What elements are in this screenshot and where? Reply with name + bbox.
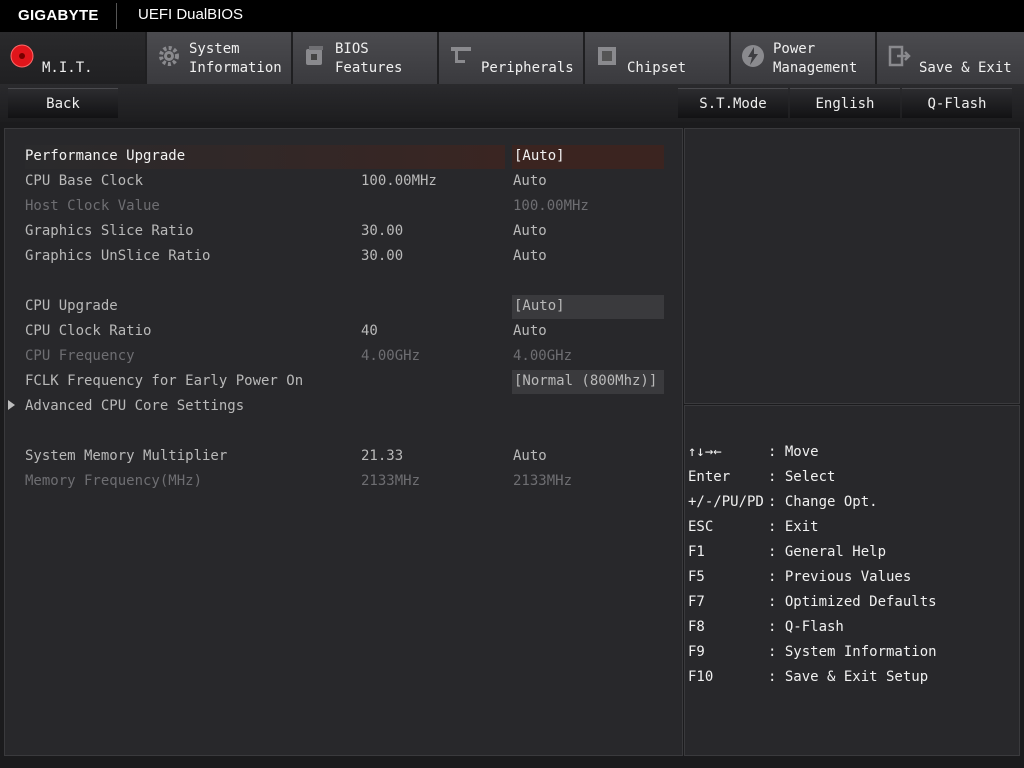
- setting-value: [Normal (800Mhz)]: [514, 373, 658, 389]
- setting-name: CPU Base Clock: [25, 173, 144, 189]
- tab-label: System Information: [189, 41, 282, 76]
- tab-peripherals[interactable]: Peripherals: [439, 32, 585, 84]
- submenu-advanced-cpu-core-settings[interactable]: Advanced CPU Core Settings: [5, 395, 684, 419]
- setting-value: 100.00MHz: [513, 198, 589, 214]
- help-key: +/-/PU/PD: [688, 494, 764, 510]
- setting-value: Auto: [513, 223, 547, 239]
- language-button[interactable]: English: [790, 88, 900, 118]
- tab-label: Chipset: [627, 60, 687, 76]
- help-key: F9: [688, 644, 705, 660]
- setting-current: 30.00: [361, 248, 404, 264]
- setting-graphics-unslice-ratio[interactable]: Graphics UnSlice Ratio 30.00 Auto: [5, 245, 684, 269]
- setting-name: CPU Frequency: [25, 348, 135, 364]
- brand-logo: GIGABYTE: [18, 7, 99, 24]
- help-key: F5: [688, 569, 705, 585]
- setting-name: Graphics UnSlice Ratio: [25, 248, 211, 264]
- help-key: Enter: [688, 469, 731, 485]
- setting-name: Memory Frequency(MHz): [25, 473, 203, 489]
- help-desc: : Save & Exit Setup: [768, 669, 929, 685]
- tab-label: M.I.T.: [42, 60, 93, 76]
- setting-value: [Auto]: [514, 148, 565, 164]
- setting-value: [Auto]: [514, 298, 565, 314]
- setting-name: Performance Upgrade: [25, 148, 186, 164]
- setting-current: 21.33: [361, 448, 404, 464]
- setting-cpu-clock-ratio[interactable]: CPU Clock Ratio 40 Auto: [5, 320, 684, 344]
- chipset-icon: [598, 47, 616, 65]
- submenu-arrow-icon: [8, 400, 15, 410]
- tab-label: Save & Exit: [919, 60, 1012, 76]
- setting-memory-frequency: Memory Frequency(MHz) 2133MHz 2133MHz: [5, 470, 684, 494]
- setting-value: 2133MHz: [513, 473, 573, 489]
- setting-value-box[interactable]: [Auto]: [512, 295, 664, 319]
- tab-label: BIOS Features: [335, 41, 403, 76]
- setting-value: Auto: [513, 173, 547, 189]
- setting-name: Host Clock Value: [25, 198, 160, 214]
- setting-graphics-slice-ratio[interactable]: Graphics Slice Ratio 30.00 Auto: [5, 220, 684, 244]
- tab-mit[interactable]: M.I.T.: [0, 32, 147, 84]
- help-desc: : System Information: [768, 644, 937, 660]
- mit-icon: [10, 44, 34, 68]
- setting-current: 4.00GHz: [361, 348, 421, 364]
- setting-value: Auto: [513, 323, 547, 339]
- power-icon: [742, 45, 764, 67]
- tab-system-information[interactable]: System Information: [147, 32, 293, 84]
- setting-name: Advanced CPU Core Settings: [25, 398, 245, 414]
- gear-icon: [159, 46, 179, 66]
- setting-value-box[interactable]: [Auto]: [512, 145, 664, 169]
- main-tabs: M.I.T. System Information BIOS Features …: [0, 32, 1024, 84]
- setting-value: Auto: [513, 448, 547, 464]
- back-button[interactable]: Back: [8, 88, 118, 118]
- setting-value: Auto: [513, 248, 547, 264]
- tab-label: Peripherals: [481, 60, 574, 76]
- qflash-button[interactable]: Q-Flash: [902, 88, 1012, 118]
- setting-name: CPU Clock Ratio: [25, 323, 152, 339]
- help-desc: : Move: [768, 444, 819, 460]
- setting-name: CPU Upgrade: [25, 298, 118, 314]
- divider: [116, 3, 117, 29]
- help-desc: : Q-Flash: [768, 619, 844, 635]
- setting-system-memory-multiplier[interactable]: System Memory Multiplier 21.33 Auto: [5, 445, 684, 469]
- help-desc: : Select: [768, 469, 836, 485]
- tab-label: Power Management: [773, 41, 858, 76]
- tab-power-management[interactable]: Power Management: [731, 32, 877, 84]
- help-desc: : General Help: [768, 544, 887, 560]
- st-mode-button[interactable]: S.T.Mode: [678, 88, 788, 118]
- exit-icon: [888, 45, 911, 67]
- setting-cpu-upgrade[interactable]: CPU Upgrade [Auto]: [5, 295, 684, 319]
- setting-current: 30.00: [361, 223, 404, 239]
- setting-fclk-frequency[interactable]: FCLK Frequency for Early Power On [Norma…: [5, 370, 684, 394]
- setting-value: 4.00GHz: [513, 348, 573, 364]
- setting-host-clock-value: Host Clock Value 100.00MHz: [5, 195, 684, 219]
- help-key: F7: [688, 594, 705, 610]
- setting-name: System Memory Multiplier: [25, 448, 228, 464]
- setting-name: FCLK Frequency for Early Power On: [25, 373, 304, 389]
- bios-title: UEFI DualBIOS: [138, 6, 244, 23]
- help-key: F8: [688, 619, 705, 635]
- help-desc: : Change Opt.: [768, 494, 878, 510]
- description-panel: [684, 128, 1020, 404]
- setting-cpu-frequency: CPU Frequency 4.00GHz 4.00GHz: [5, 345, 684, 369]
- tab-save-exit[interactable]: Save & Exit: [877, 32, 1024, 84]
- setting-name: Graphics Slice Ratio: [25, 223, 194, 239]
- setting-current: 100.00MHz: [361, 173, 437, 189]
- setting-performance-upgrade[interactable]: Performance Upgrade [Auto]: [5, 145, 684, 169]
- bios-features-icon: [306, 46, 323, 65]
- tab-chipset[interactable]: Chipset: [585, 32, 731, 84]
- setting-current: 2133MHz: [361, 473, 421, 489]
- help-desc: : Previous Values: [768, 569, 912, 585]
- help-desc: : Exit: [768, 519, 819, 535]
- title-bar: GIGABYTE UEFI DualBIOS: [0, 0, 1024, 32]
- setting-current: 40: [361, 323, 378, 339]
- tab-bios-features[interactable]: BIOS Features: [293, 32, 439, 84]
- help-desc: : Optimized Defaults: [768, 594, 937, 610]
- setting-cpu-base-clock[interactable]: CPU Base Clock 100.00MHz Auto: [5, 170, 684, 194]
- peripherals-icon: [451, 47, 471, 63]
- help-key: F10: [688, 669, 714, 685]
- settings-panel: Performance Upgrade [Auto] CPU Base Cloc…: [4, 128, 683, 756]
- help-key: ↑↓→←: [688, 444, 722, 460]
- setting-value-box[interactable]: [Normal (800Mhz)]: [512, 370, 664, 394]
- help-key: ESC: [688, 519, 714, 535]
- help-key: F1: [688, 544, 705, 560]
